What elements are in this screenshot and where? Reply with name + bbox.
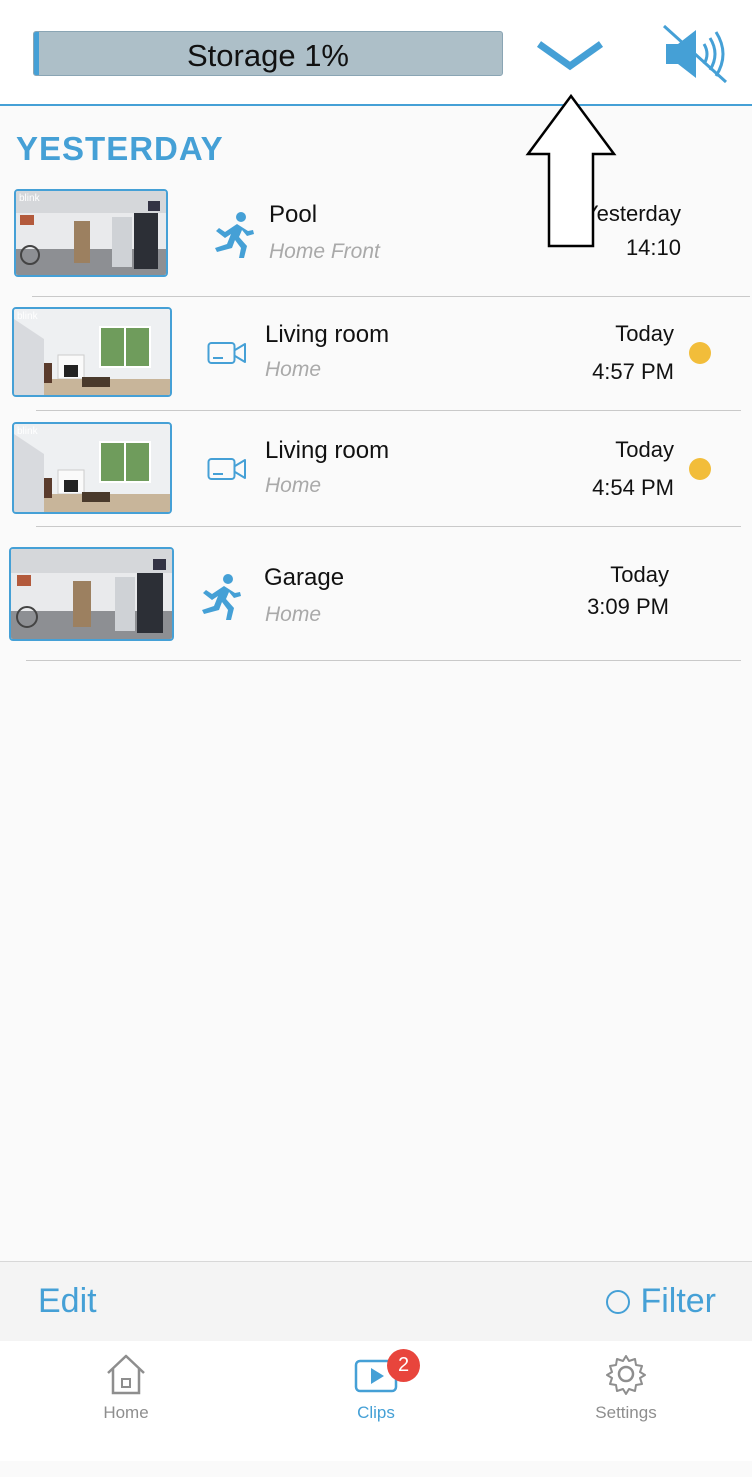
clip-thumbnail[interactable] (9, 547, 174, 641)
garage-scene-image (11, 549, 172, 639)
row-divider (26, 660, 741, 661)
unseen-indicator (689, 342, 711, 364)
action-bar: Edit Filter (0, 1261, 752, 1342)
thumb-brand: blink (17, 426, 38, 437)
clip-day: Today (615, 321, 674, 346)
top-bar: Storage 1% (0, 0, 752, 106)
clip-day: Today (610, 562, 669, 587)
gear-icon (606, 1355, 646, 1395)
tab-bar: Home 2 Clips Settings (0, 1341, 752, 1461)
tab-clips-label: Clips (357, 1403, 395, 1422)
clip-time: 3:09 PM (587, 594, 669, 619)
motion-runner-icon (202, 574, 241, 620)
thumb-brand: blink (17, 311, 38, 322)
network-name: Home (265, 474, 322, 497)
tab-home[interactable]: Home (51, 1351, 201, 1441)
tab-home-label: Home (103, 1403, 149, 1422)
clips-badge: 2 (387, 1349, 420, 1382)
clip-day: Yesterday (583, 201, 681, 226)
filter-radio-icon (606, 1289, 631, 1314)
clip-day: Today (615, 437, 674, 462)
filter-label: Filter (640, 1282, 716, 1320)
clip-time: 4:57 PM (592, 359, 674, 384)
edit-button[interactable]: Edit (38, 1282, 97, 1321)
clip-time: 4:54 PM (592, 475, 674, 500)
living-room-scene-image (14, 424, 170, 512)
motion-runner-icon (215, 212, 254, 258)
thumb-brand: blink (19, 193, 40, 204)
speaker-muted-icon[interactable] (660, 22, 732, 86)
video-camera-icon (207, 458, 246, 480)
camera-name: Pool (269, 201, 318, 228)
network-name: Home Front (269, 240, 380, 263)
clip-thumbnail[interactable]: blink (12, 307, 172, 397)
clip-thumbnail[interactable]: blink (12, 422, 172, 514)
unseen-indicator (689, 458, 711, 480)
row-divider (36, 410, 741, 411)
storage-indicator[interactable]: Storage 1% (33, 31, 503, 76)
storage-label: Storage 1% (187, 38, 349, 73)
clip-thumbnail[interactable]: blink (14, 189, 168, 277)
camera-name: Living room (265, 437, 390, 464)
row-divider (36, 526, 741, 527)
house-icon (107, 1354, 145, 1395)
camera-name: Garage (264, 564, 345, 591)
camera-name: Living room (265, 321, 390, 348)
filter-button[interactable]: Filter (606, 1282, 716, 1321)
clip-time: 14:10 (625, 235, 681, 260)
tab-settings[interactable]: Settings (551, 1351, 701, 1441)
tab-clips[interactable]: 2 Clips (301, 1349, 451, 1441)
row-divider (32, 296, 750, 297)
network-name: Home (265, 603, 322, 626)
tab-settings-label: Settings (595, 1403, 657, 1422)
video-camera-icon (207, 342, 246, 364)
network-name: Home (265, 358, 322, 381)
chevron-down-icon[interactable] (535, 36, 605, 76)
section-title: YESTERDAY (16, 130, 224, 167)
